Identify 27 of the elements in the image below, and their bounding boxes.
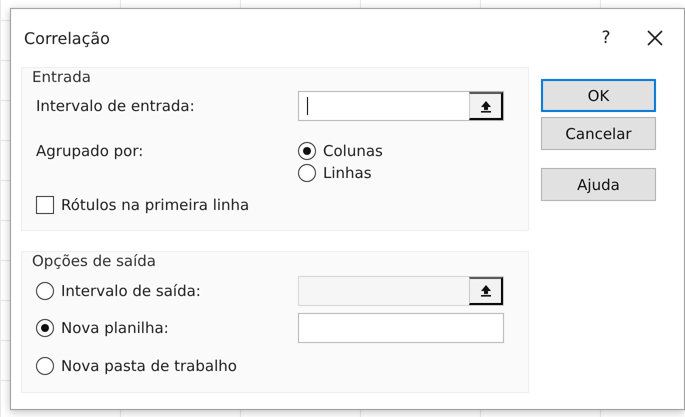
collapse-button[interactable] bbox=[469, 92, 503, 120]
group-title: Opções de saída bbox=[32, 252, 157, 272]
close-icon[interactable] bbox=[647, 30, 663, 46]
collapse-icon bbox=[480, 284, 492, 297]
dialog-button[interactable]: Ajuda bbox=[541, 168, 656, 201]
checkbox-option[interactable]: Rótulos na primeira linha bbox=[36, 196, 298, 214]
dialog-button[interactable]: Cancelar bbox=[541, 117, 656, 150]
radio-option[interactable]: Colunas bbox=[298, 142, 504, 160]
range-field[interactable] bbox=[298, 312, 504, 342]
field-label: Agrupado por: bbox=[36, 142, 144, 160]
checkbox[interactable] bbox=[36, 196, 54, 214]
help-button[interactable]: ? bbox=[586, 28, 626, 48]
radio-button[interactable] bbox=[36, 357, 54, 375]
window-title: Correlação bbox=[24, 28, 111, 48]
field-label: Intervalo de entrada: bbox=[36, 97, 196, 115]
radio-button[interactable] bbox=[36, 318, 54, 336]
dialog-button[interactable]: OK bbox=[541, 79, 656, 112]
range-field[interactable] bbox=[298, 91, 504, 121]
radio-button[interactable] bbox=[36, 282, 54, 300]
group-title: Entrada bbox=[32, 68, 92, 88]
radio-option[interactable]: Linhas bbox=[298, 164, 504, 182]
radio-option[interactable]: Nova pasta de trabalho bbox=[36, 357, 298, 375]
radio-option[interactable]: Intervalo de saída: bbox=[36, 282, 298, 300]
radio-option[interactable]: Nova planilha: bbox=[36, 318, 298, 336]
radio-button[interactable] bbox=[298, 164, 316, 182]
radio-button[interactable] bbox=[298, 142, 316, 160]
collapse-icon bbox=[480, 100, 492, 112]
